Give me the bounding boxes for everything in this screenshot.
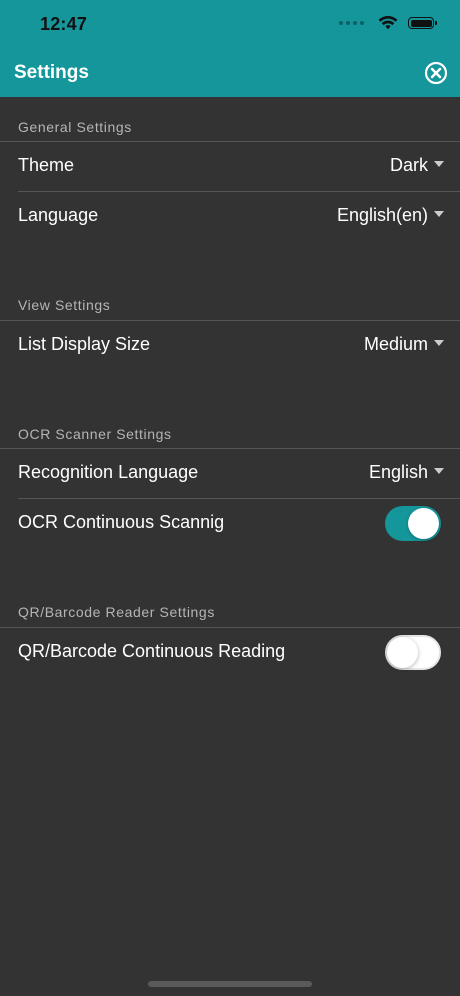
settings-row-list-display-size[interactable]: List Display Size Medium <box>0 321 460 369</box>
app-header: 12:47 Settings <box>0 0 460 97</box>
status-indicators <box>339 16 437 30</box>
dropdown-value: English <box>368 462 428 482</box>
ocr-continuous-toggle[interactable] <box>385 506 441 541</box>
wifi-icon <box>378 16 398 30</box>
section-header-general: General Settings <box>18 119 132 135</box>
row-label: List Display Size <box>18 334 151 354</box>
caret-down-icon <box>434 467 444 474</box>
settings-row-qr-continuous: QR/Barcode Continuous Reading <box>0 628 460 676</box>
row-label: Language <box>18 205 99 225</box>
language-dropdown[interactable]: English(en) <box>337 205 444 226</box>
row-label: OCR Continuous Scannig <box>18 512 225 532</box>
dropdown-value: Dark <box>389 155 428 175</box>
home-indicator[interactable] <box>148 981 312 987</box>
row-label: Recognition Language <box>18 462 199 482</box>
close-icon[interactable] <box>424 61 448 85</box>
battery-icon <box>408 17 437 29</box>
dropdown-value: Medium <box>363 334 428 354</box>
caret-down-icon <box>434 210 444 217</box>
theme-dropdown[interactable]: Dark <box>390 155 444 176</box>
settings-row-theme[interactable]: Theme Dark <box>0 142 460 190</box>
caret-down-icon <box>434 160 444 167</box>
section-header-view: View Settings <box>18 297 111 313</box>
toggle-knob <box>408 508 439 539</box>
list-display-size-dropdown[interactable]: Medium <box>364 334 444 355</box>
section-header-qr: QR/Barcode Reader Settings <box>18 604 215 620</box>
caret-down-icon <box>434 339 444 346</box>
qr-continuous-toggle[interactable] <box>385 635 441 670</box>
settings-row-language[interactable]: Language English(en) <box>0 192 460 240</box>
status-time: 12:47 <box>40 14 88 34</box>
row-label: Theme <box>18 155 75 175</box>
recognition-language-dropdown[interactable]: English <box>369 462 444 483</box>
settings-row-recognition-language[interactable]: Recognition Language English <box>0 449 460 497</box>
toggle-knob <box>387 637 418 668</box>
section-header-ocr: OCR Scanner Settings <box>18 426 172 442</box>
row-label: QR/Barcode Continuous Reading <box>18 641 286 661</box>
cellular-signal-icon <box>339 21 364 25</box>
page-title: Settings <box>14 62 89 83</box>
dropdown-value: English(en) <box>336 205 428 225</box>
settings-row-ocr-continuous: OCR Continuous Scannig <box>0 499 460 547</box>
